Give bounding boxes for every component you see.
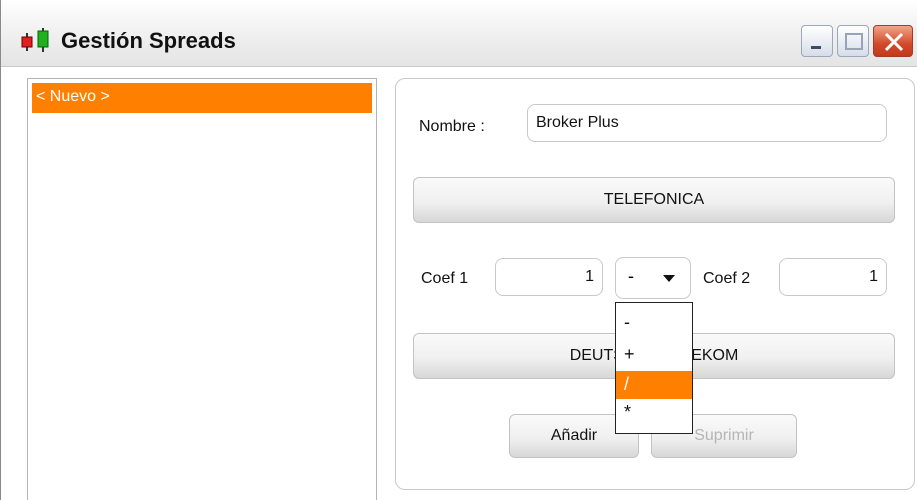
- window-title: Gestión Spreads: [61, 28, 236, 53]
- app-window: Gestión Spreads < Nuevo > Nombre : Broke…: [0, 0, 917, 500]
- chevron-down-icon: [663, 275, 675, 282]
- maximize-icon: [845, 33, 863, 50]
- operator-dropdown-list: - + / *: [615, 302, 693, 434]
- nombre-label: Nombre :: [419, 118, 485, 135]
- operator-option-divide[interactable]: /: [616, 371, 692, 399]
- maximize-button[interactable]: [837, 25, 869, 57]
- operator-selected-value: -: [628, 266, 634, 286]
- close-icon: [884, 32, 904, 52]
- minimize-button[interactable]: [801, 25, 833, 57]
- minimize-icon: [811, 46, 821, 49]
- operator-select[interactable]: -: [615, 257, 691, 299]
- operator-option-plus[interactable]: +: [616, 341, 692, 369]
- coef1-label: Coef 1: [421, 270, 469, 287]
- list-item-nuevo[interactable]: < Nuevo >: [32, 83, 372, 113]
- operator-option-multiply[interactable]: *: [616, 399, 692, 427]
- coef1-field[interactable]: 1: [495, 258, 603, 296]
- title-bar[interactable]: Gestión Spreads: [1, 0, 917, 67]
- asset1-button[interactable]: TELEFONICA: [413, 177, 895, 223]
- spreads-list[interactable]: < Nuevo >: [27, 78, 377, 500]
- coef2-field[interactable]: 1: [779, 258, 887, 296]
- close-button[interactable]: [873, 25, 913, 57]
- nombre-field[interactable]: Broker Plus: [527, 104, 887, 142]
- candlestick-icon: [19, 27, 55, 53]
- coef2-label: Coef 2: [703, 270, 751, 287]
- operator-option-minus[interactable]: -: [616, 309, 692, 337]
